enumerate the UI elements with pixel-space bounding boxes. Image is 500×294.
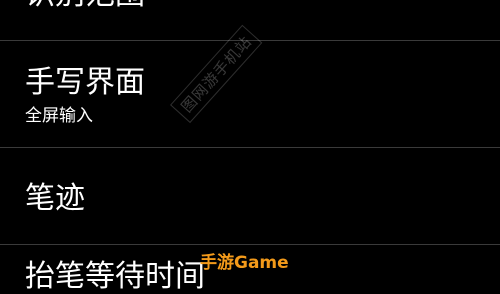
settings-item-title: 抬笔等待时间 bbox=[25, 259, 205, 294]
settings-item-stroke[interactable]: 笔迹 bbox=[0, 160, 500, 240]
settings-item-handwriting-interface[interactable]: 手写界面 全屏输入 bbox=[0, 62, 500, 146]
brand-logo: 手游Game bbox=[200, 253, 289, 273]
settings-item-title: 笔迹 bbox=[25, 181, 85, 216]
divider bbox=[0, 244, 500, 245]
settings-item-title: 手写界面 bbox=[25, 65, 145, 100]
settings-item-subtitle: 全屏输入 bbox=[25, 106, 93, 126]
settings-item-title: 识别范围 bbox=[25, 0, 145, 12]
divider bbox=[0, 147, 500, 148]
